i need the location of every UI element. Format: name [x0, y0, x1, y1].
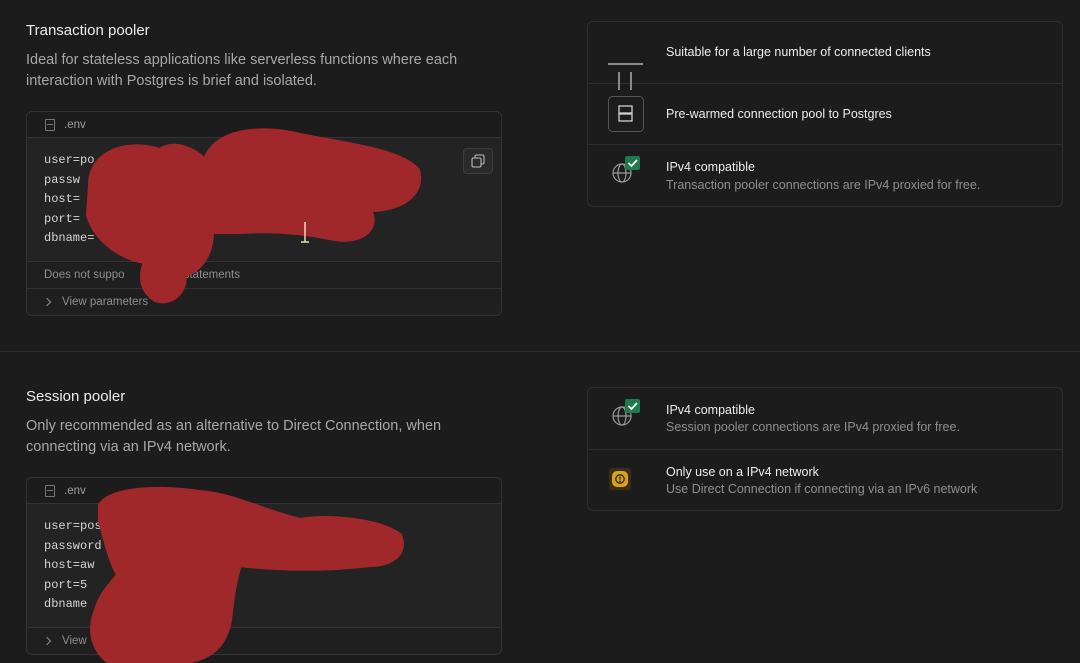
session-pooler-title: Session pooler: [26, 388, 126, 405]
view-parameters-label: View: [62, 635, 87, 647]
server-icon: [608, 96, 644, 132]
code-line: dbname: [44, 597, 88, 612]
code-line: port=: [44, 211, 81, 226]
session-features-list: IPv4 compatible Session pooler connectio…: [587, 387, 1063, 511]
connection-string-code[interactable]: user=po passw host= port= dbname=: [27, 138, 501, 261]
feature-title: Only use on a IPv4 network: [666, 465, 819, 479]
globe-check-icon: [612, 399, 640, 426]
prepare-statements-note: Does not suppo RE statements: [27, 261, 501, 288]
code-line: passw: [44, 172, 81, 187]
feature-title: IPv4 compatible: [666, 160, 755, 174]
code-line: port=5: [44, 577, 88, 592]
session-pooler-description: Only recommended as an alternative to Di…: [26, 418, 442, 455]
feature-title: IPv4 compatible: [666, 403, 755, 417]
file-icon: [45, 484, 55, 497]
globe-check-icon: [612, 156, 640, 183]
chevron-right-icon: [42, 297, 52, 307]
feature-subtitle: Transaction pooler connections are IPv4 …: [666, 178, 981, 192]
feature-item: IPv4 compatible Transaction pooler conne…: [588, 145, 1062, 206]
file-icon: [45, 118, 55, 131]
transaction-features-list: Suitable for a large number of connected…: [587, 21, 1063, 207]
env-file-tab[interactable]: .env: [27, 478, 501, 504]
session-env-codebox: .env user=pos password host=aw port=5 db…: [26, 477, 502, 655]
env-file-tab-label: .env: [64, 484, 86, 497]
chevron-right-icon: [42, 636, 52, 646]
feature-subtitle: Session pooler connections are IPv4 prox…: [666, 420, 960, 434]
note-text-tail: RE statements: [164, 269, 240, 281]
feature-subtitle: Use Direct Connection if connecting via …: [666, 482, 978, 496]
copy-button[interactable]: [463, 148, 493, 174]
feature-title: Pre-warmed connection pool to Postgres: [666, 107, 892, 121]
warning-icon: [609, 468, 631, 490]
note-text: Does not suppo: [44, 269, 125, 281]
code-line: user=po: [44, 153, 95, 167]
feature-item: IPv4 compatible Session pooler connectio…: [588, 388, 1062, 450]
code-line: user=pos: [44, 519, 102, 533]
env-file-tab[interactable]: .env: [27, 112, 501, 138]
feature-item: Only use on a IPv4 network Use Direct Co…: [588, 450, 1062, 510]
code-line: host=: [44, 192, 81, 207]
view-parameters-label: View parameters: [62, 296, 149, 308]
transaction-env-codebox: .env user=po passw host= port= dbname= D…: [26, 111, 502, 316]
copy-icon: [471, 154, 485, 168]
env-file-tab-label: .env: [64, 118, 86, 131]
connection-string-code[interactable]: user=pos password host=aw port=5 dbname: [27, 504, 501, 627]
view-parameters-toggle[interactable]: View parameters: [27, 288, 501, 315]
section-divider: [0, 351, 1080, 352]
code-line: password: [44, 538, 102, 553]
code-line: dbname=: [44, 231, 95, 246]
view-parameters-toggle[interactable]: View: [27, 627, 501, 654]
feature-item: Suitable for a large number of connected…: [588, 22, 1062, 90]
transaction-pooler-description: Ideal for stateless applications like se…: [26, 52, 458, 89]
transaction-pooler-title: Transaction pooler: [26, 22, 150, 39]
code-line: host=aw: [44, 558, 95, 573]
feature-title: Suitable for a large number of connected…: [666, 45, 931, 59]
feature-item: Pre-warmed connection pool to Postgres: [588, 84, 1062, 145]
